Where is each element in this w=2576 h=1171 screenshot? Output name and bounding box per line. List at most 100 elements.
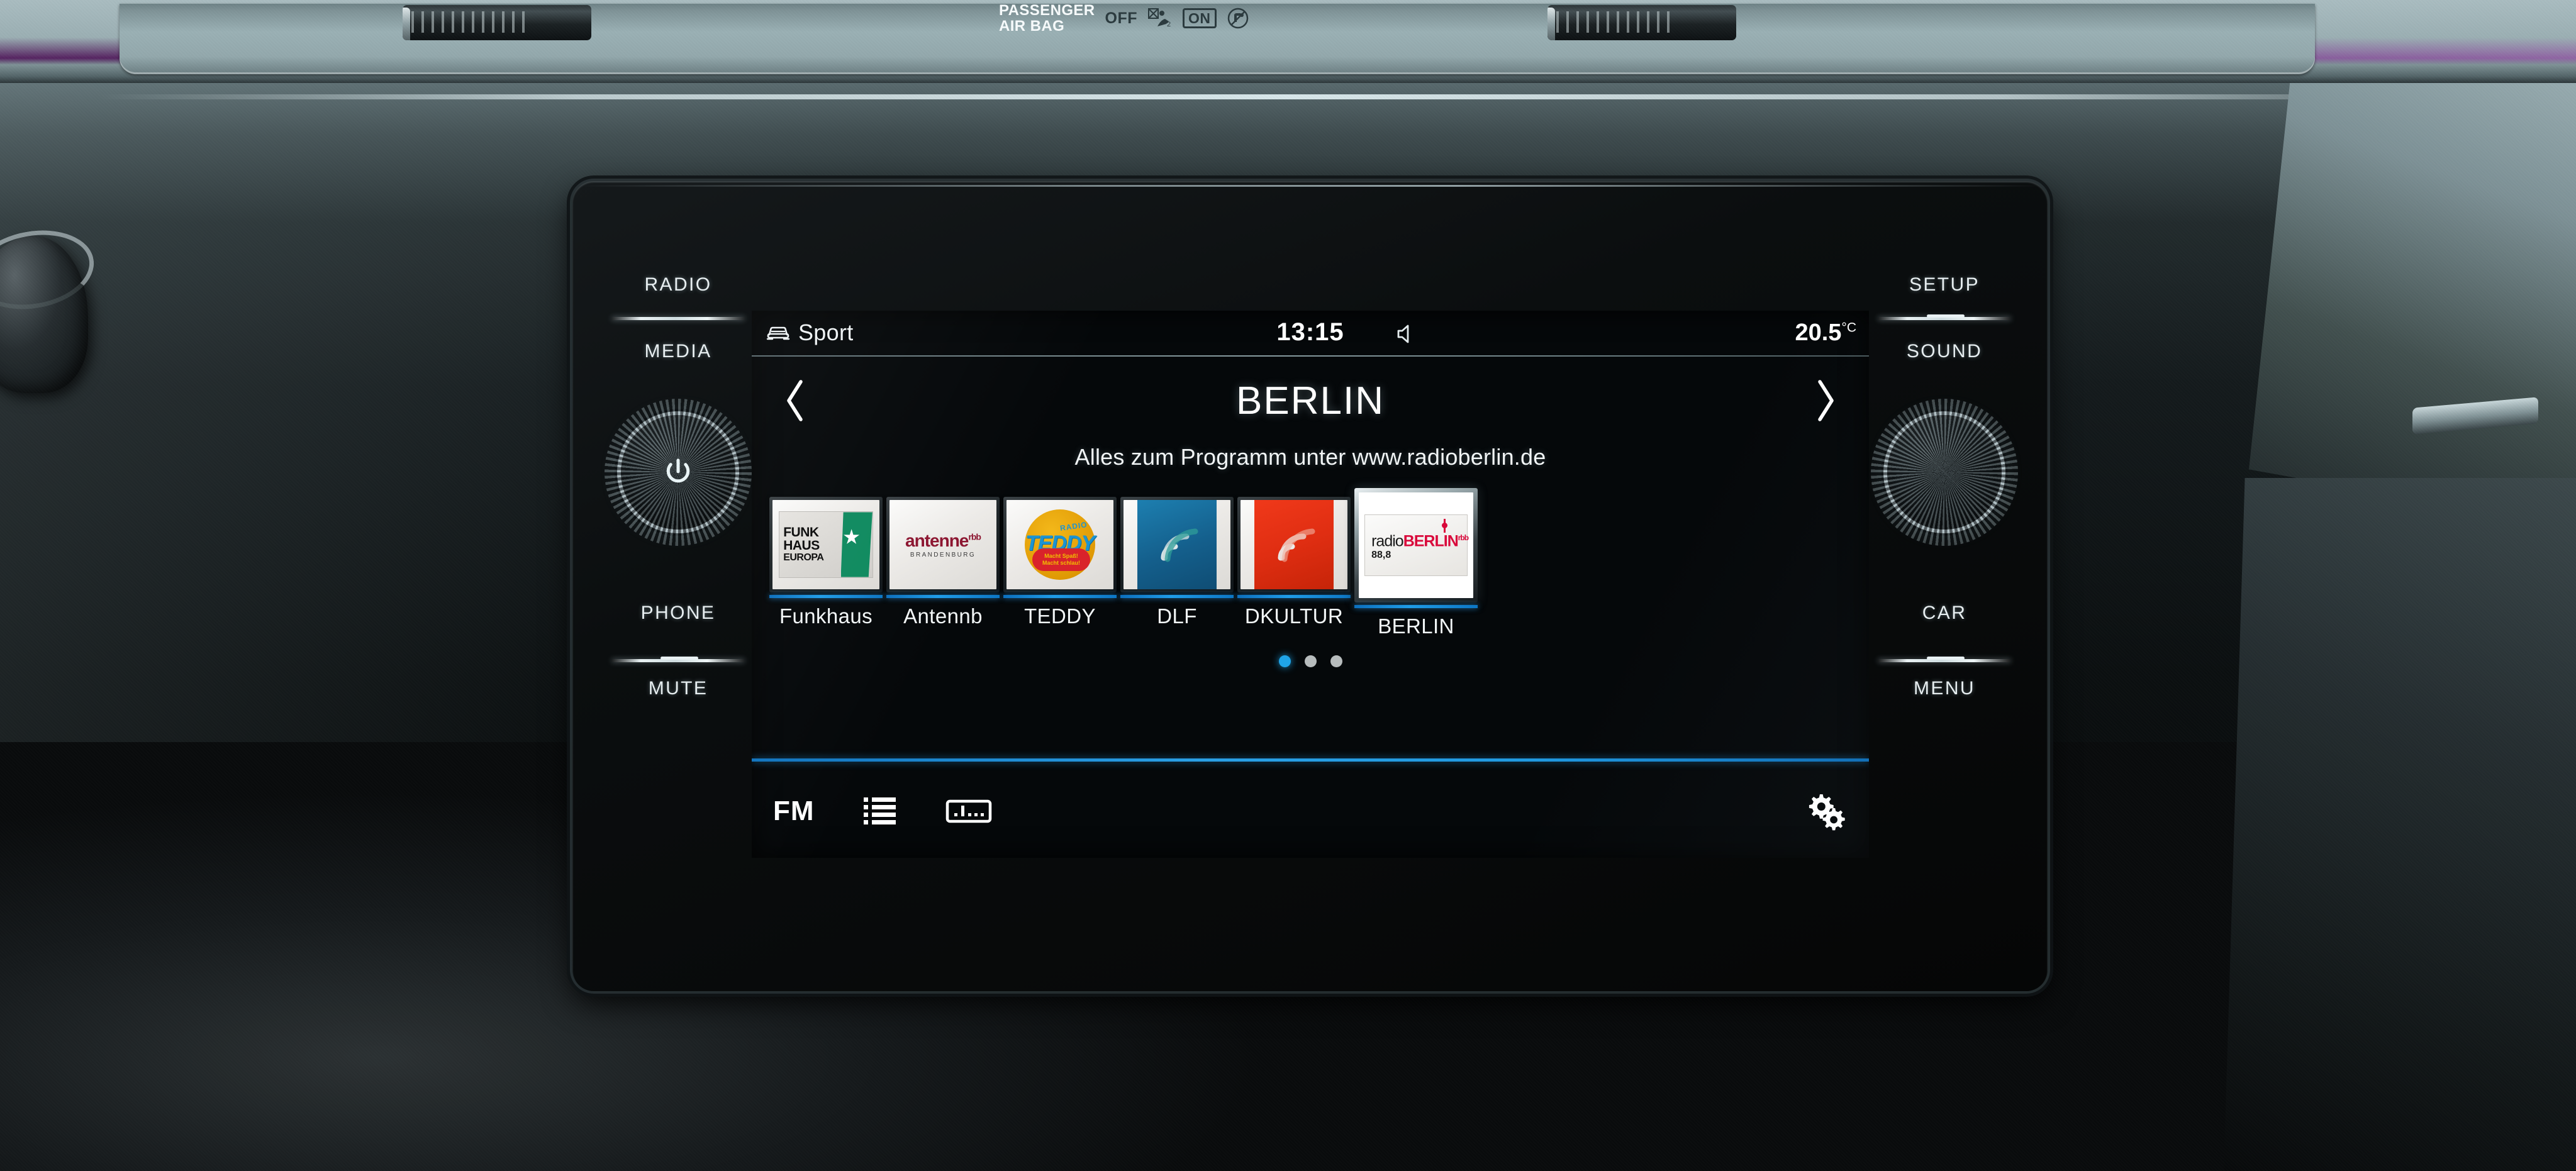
speaker-indicator[interactable] <box>1393 323 1417 348</box>
tuner-scale-button[interactable] <box>945 785 992 837</box>
band-fm-button[interactable]: FM <box>773 785 815 837</box>
airbag-on-label: ON <box>1183 8 1217 28</box>
airbag-title-line1: PASSENGER <box>999 2 1095 19</box>
chevron-left-icon <box>787 380 803 421</box>
airbag-disabled-icon: 2 <box>1148 8 1171 28</box>
preset-logo-frame <box>1237 497 1351 592</box>
drive-mode-area[interactable]: Sport <box>766 319 854 346</box>
radio-berlin-rbb-logo: radioBERLINrbb 88,8 <box>1359 492 1473 598</box>
gears-icon <box>1809 794 1845 831</box>
air-vent-left[interactable] <box>403 5 591 40</box>
tv-tower-icon <box>1441 519 1447 533</box>
hw-button-media[interactable]: MEDIA <box>584 341 772 362</box>
status-bar-divider <box>752 355 1869 357</box>
funkhaus-logo-line1: FUNK <box>783 524 819 540</box>
teddy-logo-banner: Macht Spaß! Macht schlau! <box>1032 548 1090 571</box>
svg-text:2: 2 <box>1167 21 1171 28</box>
preset-tile-dkultur[interactable]: DKULTUR <box>1237 497 1351 628</box>
antenne-logo-sup: rbb <box>968 531 981 542</box>
right-hardware-column: SETUP SOUND CAR MENU <box>1850 181 2039 991</box>
antenne-logo-sub: BRANDENBURG <box>910 552 976 558</box>
right-dash-panel <box>2249 38 2576 528</box>
passenger-airbag-indicator: PASSENGER AIR BAG OFF 2 ON <box>999 3 1251 34</box>
preset-accent-bar <box>886 595 1000 598</box>
hw-button-menu[interactable]: MENU <box>1850 678 2039 699</box>
hw-button-mute[interactable]: MUTE <box>584 678 772 699</box>
preset-tile-antennb[interactable]: antennerbb BRANDENBURG Antennb <box>886 497 1000 628</box>
car-front-icon <box>766 326 790 340</box>
hw-button-car[interactable]: CAR <box>1850 602 2039 624</box>
preset-logo-frame-selected: radioBERLINrbb 88,8 <box>1354 488 1478 602</box>
station-header: BERLIN <box>752 364 1869 438</box>
airbag-off-label: OFF <box>1105 9 1138 27</box>
tuner-scale-icon <box>945 799 991 823</box>
dkultur-red-tile <box>1254 500 1334 589</box>
power-icon <box>666 458 690 483</box>
preset-label: BERLIN <box>1378 614 1454 638</box>
berlin-logo-sup: rbb <box>1458 533 1469 542</box>
preset-accent-bar-selected <box>1354 605 1478 608</box>
dlf-blue-tile <box>1137 500 1217 589</box>
hw-button-setup[interactable]: SETUP <box>1850 274 2039 296</box>
power-volume-knob[interactable] <box>605 399 752 546</box>
berlin-logo-berlin: BERLIN <box>1403 532 1459 550</box>
hw-button-sound[interactable]: SOUND <box>1850 341 2039 362</box>
next-station-button[interactable] <box>1804 370 1848 431</box>
hw-button-radio[interactable]: RADIO <box>584 274 772 296</box>
preset-tile-dlf[interactable]: DLF <box>1120 497 1234 628</box>
air-vent-right[interactable] <box>1547 5 1736 40</box>
funkhaus-logo-line2: HAUS <box>783 538 820 553</box>
teddy-slogan-line1: Macht Spaß! <box>1044 553 1078 559</box>
station-list-button[interactable] <box>860 785 900 837</box>
radio-text: Alles zum Programm unter www.radioberlin… <box>1074 444 1546 470</box>
air-vent-right-knob[interactable] <box>1547 8 1555 40</box>
bottom-bar-divider <box>752 758 1869 762</box>
outside-temperature: 20.5°C <box>1795 319 1856 347</box>
preset-label: Antennb <box>903 604 983 628</box>
settings-button[interactable] <box>1805 785 1848 837</box>
preset-tile-funkhaus[interactable]: FUNK HAUS EUROPA Funkhaus <box>769 497 883 628</box>
berlin-logo-radio: radio <box>1371 532 1404 550</box>
preset-tile-teddy[interactable]: RADIO TEDDY Macht Spaß! Macht schlau! TE… <box>1003 497 1117 628</box>
left-hardware-column: RADIO MEDIA PHONE MUTE <box>584 181 772 991</box>
hw-divider-right-bottom <box>1878 657 2011 662</box>
preset-tile-berlin[interactable]: radioBERLINrbb 88,8 BERLIN <box>1354 488 1478 638</box>
preset-station-list: FUNK HAUS EUROPA Funkhaus antennerbb BRA… <box>761 488 1860 638</box>
airbag-title-line2: AIR BAG <box>999 18 1065 35</box>
page-dot-2[interactable] <box>1304 655 1317 667</box>
preset-accent-bar <box>1237 595 1351 598</box>
speaker-icon <box>1397 325 1409 343</box>
deutschlandfunk-kultur-logo <box>1241 500 1347 589</box>
radio-waves-icon <box>1278 528 1315 562</box>
airbag-title: PASSENGER AIR BAG <box>999 3 1095 34</box>
preset-logo-frame <box>1120 497 1234 592</box>
infotainment-screen[interactable]: Sport 13:15 20.5°C BERLIN Alles zum Prog… <box>752 311 1869 858</box>
page-dot-1[interactable] <box>1278 655 1291 667</box>
hw-divider-left-bottom <box>611 657 745 662</box>
hw-divider-right-top <box>1878 314 2011 320</box>
page-dot-3[interactable] <box>1330 655 1342 667</box>
clock: 13:15 <box>1276 318 1344 346</box>
air-vent-left-knob[interactable] <box>403 8 410 40</box>
preset-logo-frame: RADIO TEDDY Macht Spaß! Macht schlau! <box>1003 497 1117 592</box>
page-title: BERLIN <box>1236 379 1385 423</box>
teddy-slogan-line2: Macht schlau! <box>1042 560 1080 566</box>
preset-logo-frame: antennerbb BRANDENBURG <box>886 497 1000 592</box>
antenne-logo-main: antenne <box>905 531 969 550</box>
hw-divider-left-top <box>611 317 745 320</box>
preset-accent-bar <box>769 595 883 598</box>
preset-logo-frame: FUNK HAUS EUROPA <box>769 497 883 592</box>
preset-accent-bar <box>1003 595 1117 598</box>
previous-station-button[interactable] <box>773 370 817 431</box>
menu-knob[interactable] <box>1871 399 2018 546</box>
preset-accent-bar <box>1120 595 1234 598</box>
drive-mode-label: Sport <box>798 319 854 345</box>
chevron-right-icon <box>1818 380 1834 421</box>
right-lower-dash-panel <box>2224 478 2576 1171</box>
radio-waves-icon <box>1161 528 1198 562</box>
antenne-brandenburg-logo: antennerbb BRANDENBURG <box>889 500 996 589</box>
preset-label: TEDDY <box>1024 604 1096 628</box>
child-seat-prohibited-icon <box>1227 8 1248 29</box>
funkhaus-logo-line3: EUROPA <box>783 552 824 563</box>
hw-button-phone[interactable]: PHONE <box>584 602 772 624</box>
